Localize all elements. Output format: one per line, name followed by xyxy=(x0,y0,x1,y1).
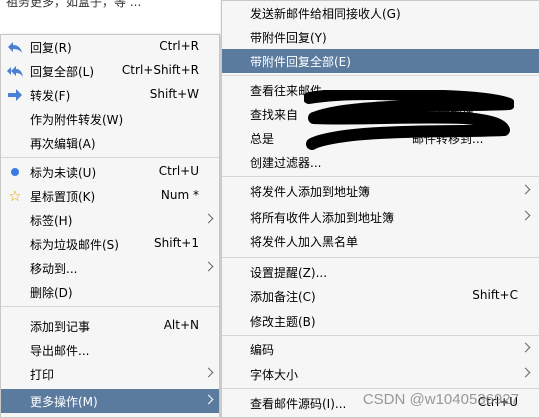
menu-item-mark-unread[interactable]: 标为未读(U) Ctrl+U xyxy=(1,160,219,184)
menu-item-forward-as-attachment[interactable]: 作为附件转发(W) xyxy=(1,107,219,131)
submenu-item-create-filter[interactable]: 创建过滤器... xyxy=(222,150,539,174)
menu-item-shortcut: Num * xyxy=(160,188,199,202)
menu-item-shortcut: Ctrl+U xyxy=(158,164,199,178)
submenu-item-send-new-to-same[interactable]: 发送新邮件给相同接收人(G) xyxy=(222,1,539,25)
background-text: 祖务更多，如盒子，等 ... xyxy=(6,0,142,9)
menu-item-label: 作为附件转发(W) xyxy=(30,113,124,127)
menu-separator xyxy=(222,257,539,258)
menu-item-edit-again[interactable]: 再次编辑(A) xyxy=(1,131,219,155)
menu-separator xyxy=(1,157,219,158)
more-actions-submenu: 发送新邮件给相同接收人(G) 带附件回复(Y) 带附件回复全部(E) 查看往来邮… xyxy=(221,0,539,418)
menu-item-label: 打印 xyxy=(30,368,55,382)
menu-item-label: 回复(R) xyxy=(30,41,72,55)
menu-item-label: 更多操作(M) xyxy=(30,395,98,409)
background-window-strip: 祖务更多，如盒子，等 ... xyxy=(0,0,220,35)
menu-item-label: 导出邮件... xyxy=(30,344,90,358)
chevron-right-icon xyxy=(520,367,531,378)
menu-item-label: 将所有收件人添加到地址簿 xyxy=(250,211,395,225)
menu-item-shortcut: Ctrl+R xyxy=(159,39,199,53)
menu-item-label: 标签(H) xyxy=(30,214,73,228)
menu-separator xyxy=(222,388,539,389)
menu-item-add-to-notes[interactable]: 添加到记事 Alt+N xyxy=(1,314,219,338)
menu-item-reply-all[interactable]: 回复全部(L) Ctrl+Shift+R xyxy=(1,59,219,83)
menu-item-label: 带附件回复(Y) xyxy=(250,31,327,45)
menu-item-label: 将发件人添加到地址簿 xyxy=(250,185,371,199)
star-icon: ☆ xyxy=(8,187,22,205)
chevron-right-icon xyxy=(203,394,214,405)
watermark: CSDN @w1040536927 xyxy=(362,391,519,408)
menu-item-move-to[interactable]: 移动到... xyxy=(1,256,219,280)
context-menu: 回复(R) Ctrl+R 回复全部(L) Ctrl+Shift+R 转发(F) … xyxy=(0,34,220,418)
reply-all-icon xyxy=(7,64,23,78)
submenu-item-set-reminder[interactable]: 设置提醒(Z)... xyxy=(222,260,539,284)
menu-item-mark-spam[interactable]: 标为垃圾邮件(S) Shift+1 xyxy=(1,232,219,256)
menu-item-more-actions[interactable]: 更多操作(M) xyxy=(1,389,219,413)
menu-item-label: 添加到记事 xyxy=(30,320,91,334)
chevron-right-icon xyxy=(520,210,531,221)
menu-item-star-pin[interactable]: ☆ 星标置顶(K) Num * xyxy=(1,184,219,208)
menu-item-shortcut: Shift+C xyxy=(472,288,518,302)
submenu-item-encoding[interactable]: 编码 xyxy=(222,337,539,361)
menu-item-label: 修改主题(B) xyxy=(250,315,316,329)
submenu-item-add-sender-to-contacts[interactable]: 将发件人添加到地址簿 xyxy=(222,179,539,203)
submenu-item-add-all-recipients[interactable]: 将所有收件人添加到地址簿 xyxy=(222,205,539,229)
chevron-right-icon xyxy=(520,184,531,195)
menu-item-label: 回复全部(L) xyxy=(30,65,95,79)
menu-separator xyxy=(1,306,219,307)
submenu-item-blacklist-sender[interactable]: 将发件人加入黑名单 xyxy=(222,229,539,253)
menu-item-label: 带附件回复全部(E) xyxy=(250,55,351,69)
submenu-item-reply-with-attachment[interactable]: 带附件回复(Y) xyxy=(222,25,539,49)
submenu-item-font-size[interactable]: 字体大小 xyxy=(222,362,539,386)
menu-item-export-mail[interactable]: 导出邮件... xyxy=(1,338,219,362)
menu-item-label: 设置提醒(Z)... xyxy=(250,266,328,280)
menu-item-shortcut: Alt+N xyxy=(163,318,199,332)
menu-item-label: 转发(F) xyxy=(30,89,71,103)
menu-item-label: 总是 xyxy=(250,132,275,146)
menu-item-label: 标为垃圾邮件(S) xyxy=(30,238,119,252)
menu-item-tags[interactable]: 标签(H) xyxy=(1,208,219,232)
redaction-scribble xyxy=(304,90,514,150)
menu-item-label: 星标置顶(K) xyxy=(30,190,96,204)
menu-item-label: 再次编辑(A) xyxy=(30,137,96,151)
chevron-right-icon xyxy=(520,342,531,353)
chevron-right-icon xyxy=(203,213,214,224)
menu-separator xyxy=(222,335,539,336)
menu-item-label: 发送新邮件给相同接收人(G) xyxy=(250,7,401,21)
menu-item-forward[interactable]: 转发(F) Shift+W xyxy=(1,83,219,107)
menu-item-shortcut: Shift+W xyxy=(149,87,199,101)
menu-item-label: 编码 xyxy=(250,343,275,357)
menu-item-label: 移动到... xyxy=(30,262,78,276)
forward-icon xyxy=(7,88,23,102)
submenu-item-edit-subject[interactable]: 修改主题(B) xyxy=(222,309,539,333)
unread-dot-icon xyxy=(7,165,23,179)
menu-item-label: 删除(D) xyxy=(30,286,73,300)
menu-item-reply[interactable]: 回复(R) Ctrl+R xyxy=(1,35,219,59)
menu-item-label: 将发件人加入黑名单 xyxy=(250,235,359,249)
menu-item-delete[interactable]: 删除(D) xyxy=(1,280,219,304)
reply-icon xyxy=(7,40,23,54)
menu-item-shortcut: Ctrl+Shift+R xyxy=(121,63,199,77)
submenu-item-reply-all-with-attachment[interactable]: 带附件回复全部(E) xyxy=(222,49,539,73)
chevron-right-icon xyxy=(203,367,214,378)
menu-separator xyxy=(222,75,539,76)
chevron-right-icon xyxy=(203,261,214,272)
menu-item-shortcut: Shift+1 xyxy=(154,236,199,250)
menu-item-print[interactable]: 打印 xyxy=(1,362,219,386)
menu-item-label: 字体大小 xyxy=(250,368,299,382)
menu-item-label: 标为未读(U) xyxy=(30,166,97,180)
menu-item-label: 查找来自 xyxy=(250,108,299,122)
menu-item-label: 添加备注(C) xyxy=(250,290,316,304)
submenu-item-add-note[interactable]: 添加备注(C) Shift+C xyxy=(222,284,539,308)
menu-separator xyxy=(222,176,539,177)
menu-item-label: 查看邮件源码(I)... xyxy=(250,397,347,411)
menu-item-label: 创建过滤器... xyxy=(250,156,322,170)
